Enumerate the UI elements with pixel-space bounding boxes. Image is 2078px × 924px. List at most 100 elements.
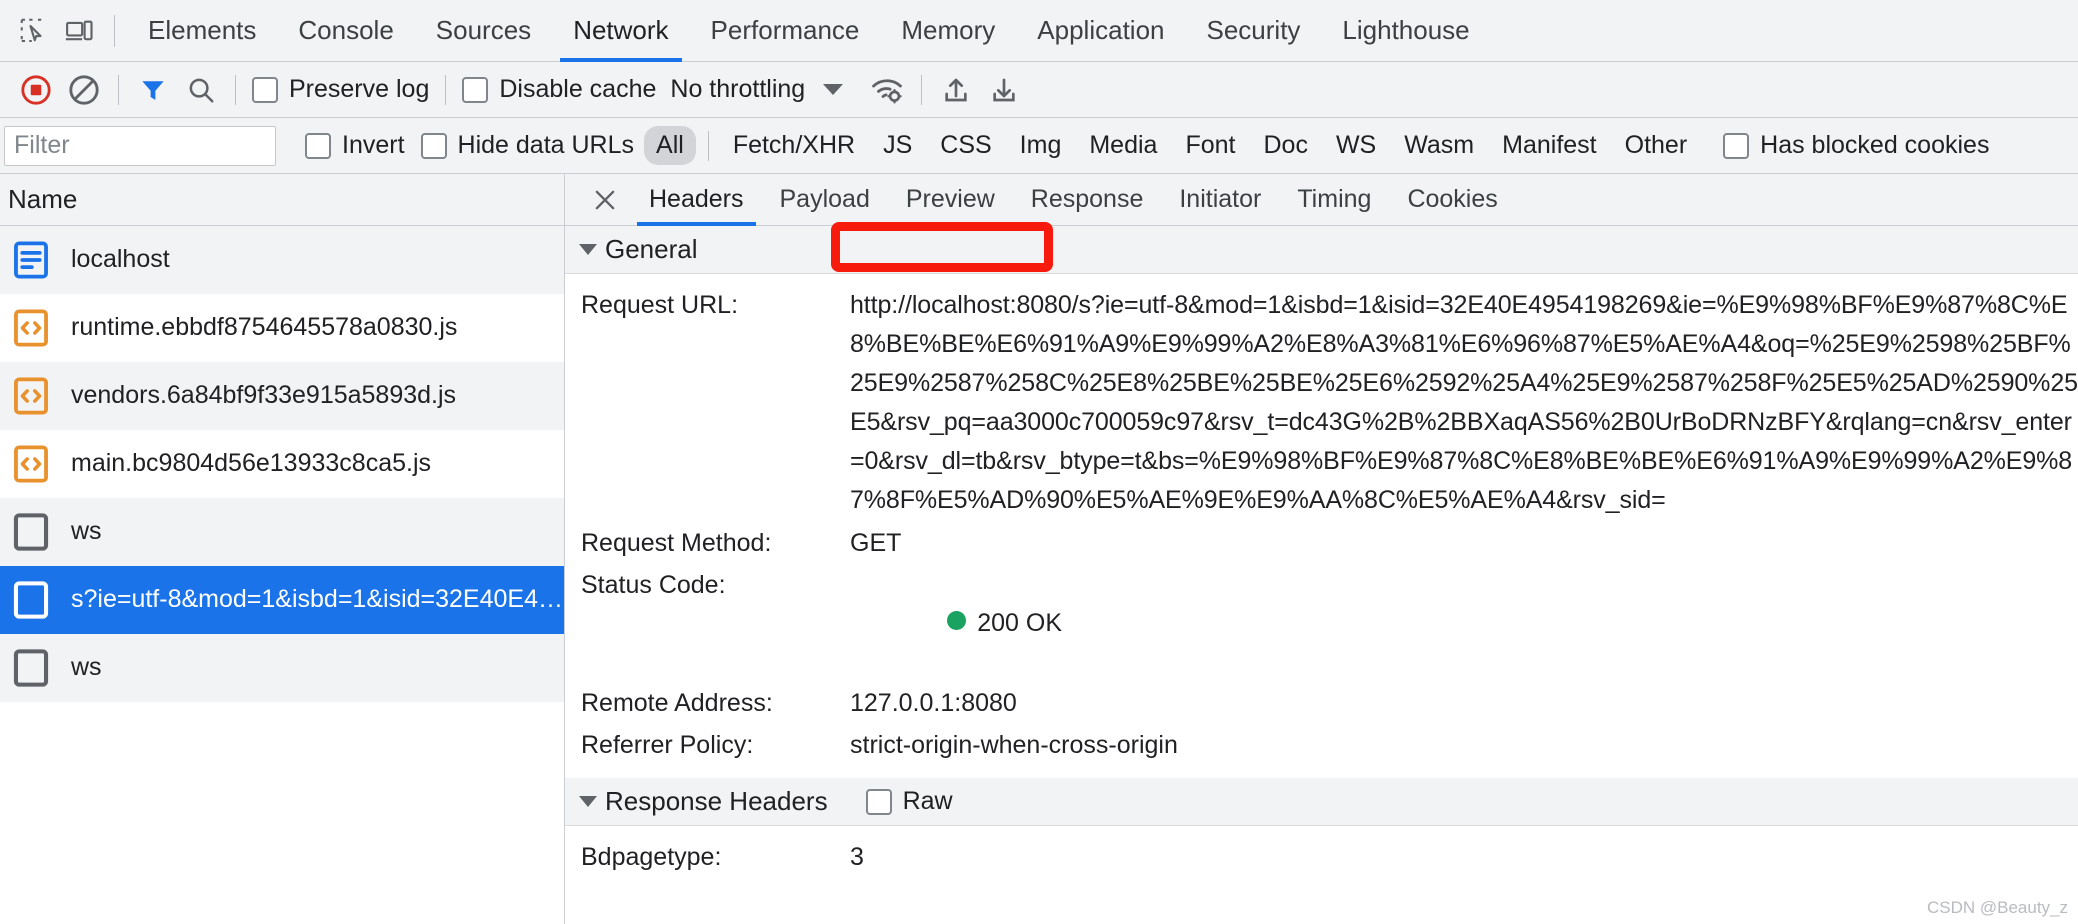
type-filter-media[interactable]: Media <box>1077 126 1169 165</box>
tab-sources[interactable]: Sources <box>415 0 552 62</box>
tab-label: Lighthouse <box>1342 15 1470 45</box>
inspect-element-icon[interactable] <box>10 8 56 54</box>
status-code-label: Status Code: <box>581 571 726 599</box>
type-filter-font[interactable]: Font <box>1173 126 1247 165</box>
request-url-value[interactable]: http://localhost:8080/s?ie=utf-8&mod=1&i… <box>850 286 2078 520</box>
checkbox-box[interactable] <box>1723 132 1750 159</box>
record-stop-icon[interactable] <box>12 66 60 114</box>
request-method-label: Request Method: <box>581 529 772 557</box>
type-filter-wasm[interactable]: Wasm <box>1392 126 1486 165</box>
detail-tab-label: Cookies <box>1407 185 1498 213</box>
response-headers-key-values: Bdpagetype: 3 <box>565 826 2078 878</box>
clear-network-log-icon[interactable] <box>60 66 108 114</box>
request-name: vendors.6a84bf9f33e915a5893d.js <box>71 381 457 409</box>
has-blocked-cookies-label: Has blocked cookies <box>1760 131 1990 159</box>
generic-icon <box>10 645 52 691</box>
throttling-value: No throttling <box>670 75 806 103</box>
network-conditions-wifi-icon[interactable] <box>863 66 911 114</box>
tab-security[interactable]: Security <box>1186 0 1322 62</box>
throttling-select[interactable]: No throttling <box>662 75 851 104</box>
preserve-log-label: Preserve log <box>289 75 430 103</box>
tab-timing[interactable]: Timing <box>1279 174 1389 226</box>
preserve-log-checkbox[interactable]: Preserve log <box>246 75 435 104</box>
request-name: main.bc9804d56e13933c8ca5.js <box>71 449 431 477</box>
disable-cache-checkbox[interactable]: Disable cache <box>456 75 662 104</box>
table-row[interactable]: runtime.ebbdf8754645578a0830.js <box>0 294 564 362</box>
tab-preview[interactable]: Preview <box>888 174 1013 226</box>
table-row[interactable]: ws <box>0 634 564 702</box>
close-icon[interactable] <box>579 174 631 226</box>
has-blocked-cookies-checkbox[interactable]: Has blocked cookies <box>1715 131 1997 160</box>
import-har-icon[interactable] <box>932 66 980 114</box>
checkbox-box[interactable] <box>462 76 489 103</box>
tab-label: Console <box>298 15 394 45</box>
request-list[interactable]: localhost runtime.ebbdf8754645578a0830.j… <box>0 226 564 924</box>
tab-response[interactable]: Response <box>1013 174 1162 226</box>
toolbar-divider <box>921 74 923 105</box>
tab-cookies[interactable]: Cookies <box>1389 174 1515 226</box>
device-toolbar-icon[interactable] <box>56 8 102 54</box>
table-row[interactable]: s?ie=utf-8&mod=1&isbd=1&isid=32E40E49541… <box>0 566 564 634</box>
table-row[interactable]: main.bc9804d56e13933c8ca5.js <box>0 430 564 498</box>
checkbox-box[interactable] <box>865 788 892 815</box>
tab-network[interactable]: Network <box>552 0 689 62</box>
type-filter-doc[interactable]: Doc <box>1251 126 1319 165</box>
tab-label: Memory <box>901 15 996 45</box>
request-name: runtime.ebbdf8754645578a0830.js <box>71 313 458 341</box>
tab-lighthouse[interactable]: Lighthouse <box>1321 0 1490 62</box>
status-badge <box>947 611 967 630</box>
checkbox-box[interactable] <box>420 132 447 159</box>
type-filter-manifest[interactable]: Manifest <box>1490 126 1608 165</box>
tab-payload[interactable]: Payload <box>762 174 888 226</box>
table-row[interactable]: localhost <box>0 226 564 294</box>
remote-address-label: Remote Address: <box>581 689 773 717</box>
tab-application[interactable]: Application <box>1016 0 1185 62</box>
search-icon[interactable] <box>177 66 225 114</box>
tab-performance[interactable]: Performance <box>690 0 881 62</box>
table-row[interactable]: ws <box>0 498 564 566</box>
tab-headers[interactable]: Headers <box>631 174 762 226</box>
general-section-title: General <box>605 234 698 264</box>
type-filter-js[interactable]: JS <box>871 126 924 165</box>
general-section-header[interactable]: General <box>565 226 2078 274</box>
response-headers-title: Response Headers <box>605 786 828 816</box>
invert-checkbox[interactable]: Invert <box>297 131 413 160</box>
tab-console[interactable]: Console <box>277 0 414 62</box>
script-icon <box>10 441 52 487</box>
document-icon <box>10 237 52 283</box>
detail-tab-label: Timing <box>1297 185 1372 213</box>
request-method-row: Request Method: GET <box>565 522 2078 564</box>
script-icon <box>10 305 52 351</box>
detail-tab-label: Response <box>1030 185 1144 213</box>
hide-data-urls-checkbox[interactable]: Hide data URLs <box>413 131 642 160</box>
type-filter-all[interactable]: All <box>644 126 696 165</box>
chevron-down-icon <box>823 84 844 95</box>
type-filter-fetch-xhr[interactable]: Fetch/XHR <box>721 126 867 165</box>
tab-memory[interactable]: Memory <box>880 0 1016 62</box>
generic-icon <box>10 509 52 555</box>
tab-initiator[interactable]: Initiator <box>1161 174 1279 226</box>
type-filter-ws[interactable]: WS <box>1324 126 1388 165</box>
response-headers-section-header[interactable]: Response Headers Raw <box>565 778 2078 826</box>
referrer-policy-row: Referrer Policy: strict-origin-when-cros… <box>565 724 2078 766</box>
status-code-value: 200 OK <box>977 609 1063 637</box>
tab-elements[interactable]: Elements <box>127 0 277 62</box>
status-code-row: Status Code: 200 OK <box>565 564 2078 682</box>
detail-tab-label: Payload <box>779 185 870 213</box>
status-code-value-wrap: 200 OK <box>850 566 2078 680</box>
disable-cache-label: Disable cache <box>499 75 657 103</box>
checkbox-box[interactable] <box>252 76 278 103</box>
bdpagetype-label: Bdpagetype: <box>581 843 722 871</box>
type-filter-other[interactable]: Other <box>1613 126 1700 165</box>
filter-funnel-icon[interactable] <box>129 66 177 114</box>
checkbox-box[interactable] <box>305 132 331 159</box>
export-har-icon[interactable] <box>980 66 1028 114</box>
type-filter-img[interactable]: Img <box>1008 126 1074 165</box>
request-name: ws <box>71 517 102 545</box>
remote-address-value: 127.0.0.1:8080 <box>850 689 1017 717</box>
type-filter-css[interactable]: CSS <box>928 126 1003 165</box>
hide-data-urls-label: Hide data URLs <box>457 131 635 159</box>
table-row[interactable]: vendors.6a84bf9f33e915a5893d.js <box>0 362 564 430</box>
filter-input[interactable] <box>4 125 276 166</box>
raw-checkbox[interactable]: Raw <box>865 787 953 816</box>
